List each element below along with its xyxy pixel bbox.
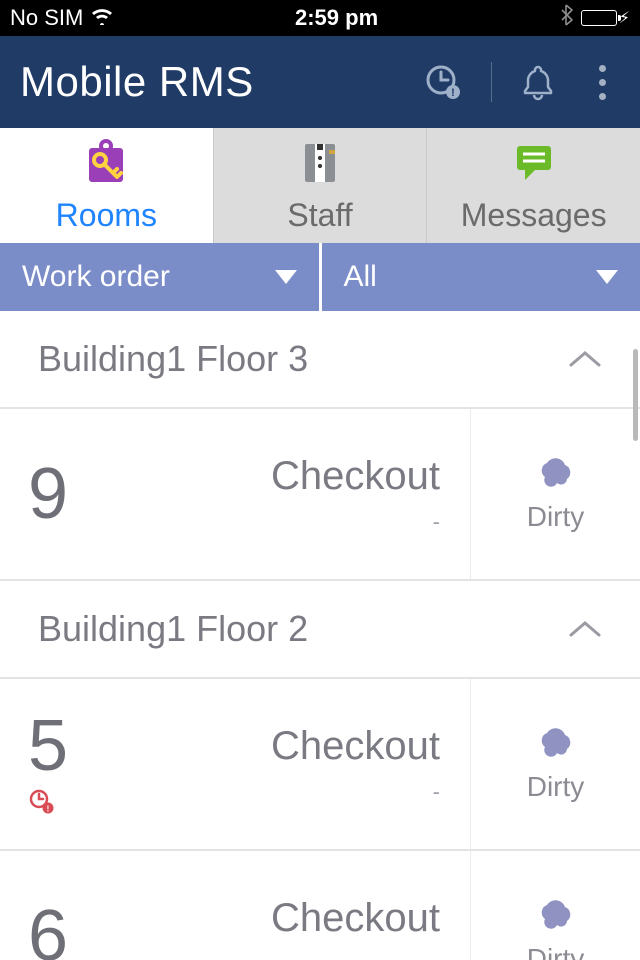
room-state: Checkout xyxy=(271,724,440,769)
staff-icon xyxy=(297,138,343,189)
tab-label: Messages xyxy=(461,197,607,234)
room-number: 9 xyxy=(28,458,148,530)
section-header[interactable]: Building1 Floor 3 xyxy=(0,311,640,409)
room-sub: - xyxy=(433,779,440,805)
room-status-label: Dirty xyxy=(527,771,585,803)
tab-label: Staff xyxy=(287,197,352,234)
bell-icon[interactable] xyxy=(520,62,556,102)
tab-rooms[interactable]: Rooms xyxy=(0,128,214,243)
filter-sort[interactable]: Work order xyxy=(0,243,322,311)
chevron-up-icon xyxy=(568,619,602,639)
room-row[interactable]: 5 ! Checkout - Dirty xyxy=(0,679,640,851)
scroll-indicator xyxy=(633,349,638,441)
section-header[interactable]: Building1 Floor 2 xyxy=(0,581,640,679)
filter-scope[interactable]: All xyxy=(322,243,640,311)
room-status-label: Dirty xyxy=(527,501,585,533)
room-status-label: Dirty xyxy=(527,943,585,960)
carrier-text: No SIM xyxy=(10,5,83,31)
bluetooth-icon xyxy=(560,4,573,32)
room-sub: - xyxy=(433,509,440,535)
filter-scope-label: All xyxy=(344,260,377,294)
tab-label: Rooms xyxy=(56,197,157,234)
more-menu-icon[interactable] xyxy=(584,65,620,100)
section-title: Building1 Floor 2 xyxy=(38,608,308,650)
tab-messages[interactable]: Messages xyxy=(427,128,640,243)
section-title: Building1 Floor 3 xyxy=(38,338,308,380)
dirty-icon xyxy=(535,897,577,931)
battery-icon: ⚡︎ xyxy=(581,8,630,28)
late-alert-icon: ! xyxy=(28,788,148,819)
tab-bar: Rooms Staff Messages xyxy=(0,128,640,243)
chevron-down-icon xyxy=(596,270,618,284)
tab-staff[interactable]: Staff xyxy=(214,128,428,243)
room-number: 6 xyxy=(28,900,148,960)
status-bar: No SIM 2:59 pm ⚡︎ xyxy=(0,0,640,36)
room-state: Checkout xyxy=(271,896,440,941)
dirty-icon xyxy=(535,725,577,759)
room-status: Dirty xyxy=(470,851,640,960)
filter-bar: Work order All xyxy=(0,243,640,311)
room-list[interactable]: Building1 Floor 3 9 Checkout - Dirty Bui… xyxy=(0,311,640,960)
room-status: Dirty xyxy=(470,679,640,849)
chevron-down-icon xyxy=(275,270,297,284)
filter-sort-label: Work order xyxy=(22,260,170,294)
header-separator xyxy=(491,62,492,102)
message-icon xyxy=(511,138,557,189)
svg-text:!: ! xyxy=(47,804,50,813)
app-header: Mobile RMS ! xyxy=(0,36,640,128)
room-number: 5 xyxy=(28,710,148,782)
room-row[interactable]: 9 Checkout - Dirty xyxy=(0,409,640,581)
room-row[interactable]: 6 Checkout - Dirty xyxy=(0,851,640,960)
key-tag-icon xyxy=(83,138,129,189)
app-title: Mobile RMS xyxy=(20,58,423,106)
dirty-icon xyxy=(535,455,577,489)
svg-text:!: ! xyxy=(451,87,455,99)
status-left: No SIM xyxy=(10,5,113,31)
room-sub: - xyxy=(433,951,440,960)
room-status: Dirty xyxy=(470,409,640,579)
clock-text: 2:59 pm xyxy=(113,5,559,31)
clock-alert-icon[interactable]: ! xyxy=(423,62,463,102)
status-right: ⚡︎ xyxy=(560,4,630,32)
wifi-icon xyxy=(91,5,113,31)
room-state: Checkout xyxy=(271,454,440,499)
chevron-up-icon xyxy=(568,349,602,369)
